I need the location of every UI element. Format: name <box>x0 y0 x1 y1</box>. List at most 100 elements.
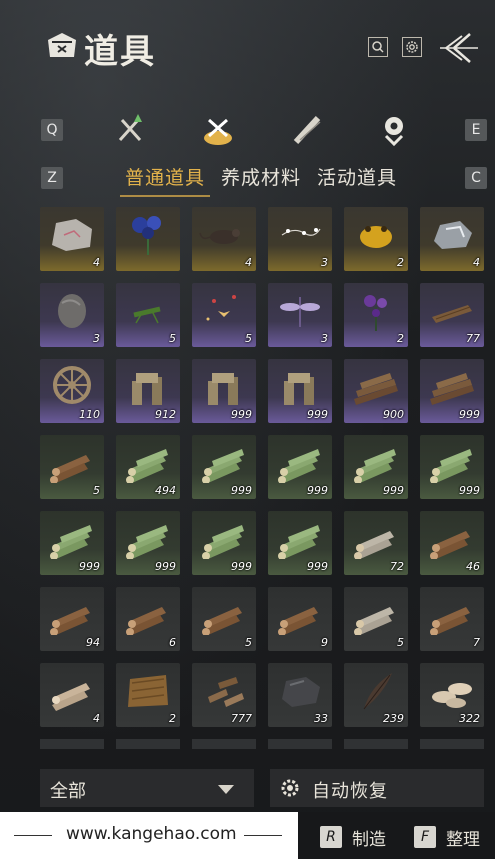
item-quantity: 999 <box>459 484 480 497</box>
inventory-slot[interactable]: 999 <box>268 435 332 499</box>
filter-dropdown[interactable]: 全部 <box>40 769 254 807</box>
next-subtab-key[interactable]: C <box>465 167 487 189</box>
item-quantity: 9 <box>321 636 328 649</box>
sub-tab-bar: Z 普通道具 养成材料 活动道具 C <box>0 155 495 200</box>
inventory-slot[interactable]: 999 <box>268 511 332 575</box>
tab-growth-materials[interactable]: 养成材料 <box>221 163 301 190</box>
inventory-slot[interactable]: 999 <box>116 511 180 575</box>
next-category-key[interactable]: E <box>465 119 487 141</box>
inventory-slot[interactable]: 999 <box>420 359 484 423</box>
inventory-slot-partial[interactable] <box>344 739 408 749</box>
inventory-slot[interactable]: 4 <box>40 207 104 271</box>
inventory-slot-partial[interactable] <box>268 739 332 749</box>
settings-button[interactable] <box>402 37 422 57</box>
inventory-slot[interactable]: 777 <box>192 663 256 727</box>
inventory-slot[interactable]: 3 <box>268 283 332 347</box>
back-arrow-icon[interactable] <box>436 28 480 68</box>
items-category-icon[interactable] <box>200 110 236 150</box>
inventory-slot[interactable]: 77 <box>420 283 484 347</box>
inventory-slot[interactable]: 999 <box>192 435 256 499</box>
inventory-slot[interactable]: 4 <box>420 207 484 271</box>
inventory-slot[interactable]: 494 <box>116 435 180 499</box>
ore-icon <box>434 221 472 249</box>
search-button[interactable] <box>368 37 388 57</box>
footer-actions: R 制造 F 整理 <box>298 812 495 859</box>
item-quantity: 94 <box>86 636 100 649</box>
item-quantity: 999 <box>307 484 328 497</box>
item-quantity: 77 <box>466 332 480 345</box>
inventory-slot-partial[interactable] <box>116 739 180 749</box>
item-quantity: 72 <box>390 560 404 573</box>
craft-label[interactable]: 制造 <box>352 825 386 850</box>
inventory-slot[interactable]: 9 <box>268 587 332 651</box>
inventory-slot[interactable]: 7 <box>420 587 484 651</box>
auto-restore-label: 自动恢复 <box>312 781 388 802</box>
inventory-slot[interactable]: 94 <box>40 587 104 651</box>
item-quantity: 912 <box>155 408 176 421</box>
bamboo-logs-icon <box>278 525 320 559</box>
inventory-slot[interactable]: 72 <box>344 511 408 575</box>
inventory-slot-partial[interactable] <box>420 739 484 749</box>
logs-icon <box>430 607 470 635</box>
inventory-slot[interactable]: 5 <box>192 283 256 347</box>
tab-event-items[interactable]: 活动道具 <box>317 163 397 190</box>
inventory-slot[interactable]: 999 <box>420 435 484 499</box>
inventory-slot[interactable]: 999 <box>192 359 256 423</box>
item-quantity: 2 <box>397 332 404 345</box>
inventory-slot[interactable]: 110 <box>40 359 104 423</box>
inventory-slot-partial[interactable] <box>192 739 256 749</box>
inventory-slot[interactable]: 5 <box>116 283 180 347</box>
tab-normal-items[interactable]: 普通道具 <box>125 163 205 190</box>
item-quantity: 2 <box>169 712 176 725</box>
inventory-slot[interactable]: 239 <box>344 663 408 727</box>
prev-subtab-key[interactable]: Z <box>41 167 63 189</box>
inventory-slot[interactable]: 4 <box>192 207 256 271</box>
birch-logs-icon <box>354 607 394 635</box>
gear-icon <box>406 41 418 53</box>
inventory-slot[interactable]: 3 <box>40 283 104 347</box>
sort-label[interactable]: 整理 <box>446 825 480 850</box>
sort-key[interactable]: F <box>414 826 436 848</box>
inventory-slot[interactable]: 5 <box>192 587 256 651</box>
inventory-slot[interactable]: 2 <box>344 283 408 347</box>
inventory-slot[interactable]: 2 <box>344 207 408 271</box>
scrolls-category-icon[interactable] <box>290 110 326 150</box>
butterfly-swarm-icon <box>206 295 236 321</box>
bamboo-logs-icon <box>126 525 168 559</box>
inventory-slot-partial[interactable] <box>40 739 104 749</box>
inventory-slot[interactable]: 3 <box>268 207 332 271</box>
bamboo-logs-icon <box>202 525 244 559</box>
auto-restore-button[interactable]: 自动恢复 <box>270 769 484 807</box>
inventory-slot[interactable]: 5 <box>344 587 408 651</box>
inventory-slot[interactable]: 5 <box>40 435 104 499</box>
category-bar: Q E <box>0 110 495 155</box>
item-quantity: 999 <box>79 560 100 573</box>
inventory-slot[interactable]: 322 <box>420 663 484 727</box>
inventory-slot[interactable]: 46 <box>420 511 484 575</box>
location-category-icon[interactable] <box>376 110 412 150</box>
weapons-category-icon[interactable] <box>112 110 148 150</box>
inventory-slot[interactable]: 999 <box>40 511 104 575</box>
wood-plank-icon <box>432 305 472 323</box>
inventory-slot[interactable]: 999 <box>192 511 256 575</box>
inventory-slot[interactable]: 999 <box>268 359 332 423</box>
log-pile-icon <box>354 373 398 405</box>
inventory-slot[interactable]: 999 <box>344 435 408 499</box>
inventory-slot[interactable]: 6 <box>116 587 180 651</box>
bamboo-logs-icon <box>50 525 92 559</box>
wooden-beams-icon <box>284 373 314 405</box>
inventory-slot[interactable]: 2 <box>116 663 180 727</box>
inventory-slot[interactable]: 900 <box>344 359 408 423</box>
item-quantity: 6 <box>169 636 176 649</box>
site-url: www.kangehao.com <box>66 824 237 844</box>
inventory-slot[interactable] <box>116 207 180 271</box>
search-icon <box>372 41 384 53</box>
prev-category-key[interactable]: Q <box>41 119 63 141</box>
craft-key[interactable]: R <box>320 826 342 848</box>
inventory-slot[interactable]: 4 <box>40 663 104 727</box>
item-quantity: 999 <box>459 408 480 421</box>
inventory-slot[interactable]: 912 <box>116 359 180 423</box>
item-quantity: 4 <box>473 256 480 269</box>
inventory-slot[interactable]: 33 <box>268 663 332 727</box>
item-quantity: 322 <box>459 712 480 725</box>
